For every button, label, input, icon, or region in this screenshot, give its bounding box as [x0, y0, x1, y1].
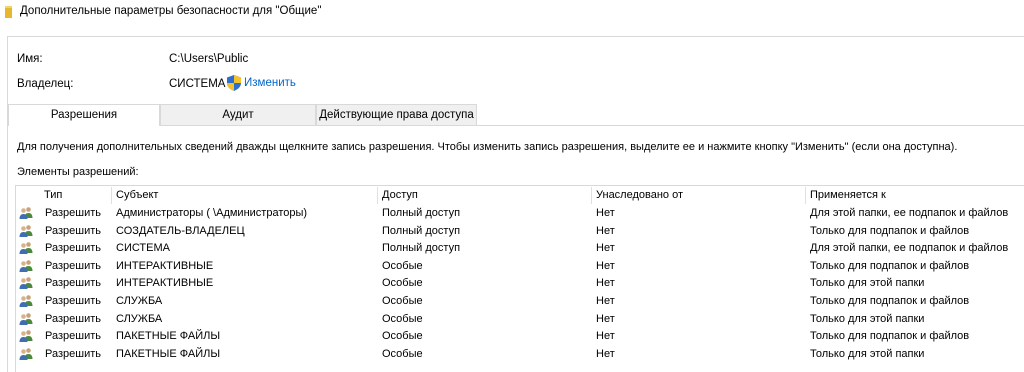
users-group-icon: [19, 312, 33, 325]
row-type: Разрешить: [45, 224, 101, 237]
row-subject: Администраторы ( \Администраторы): [116, 207, 308, 219]
row-subject: СЛУЖБА: [116, 295, 163, 307]
row-type: Разрешить: [45, 259, 101, 272]
table-row[interactable]: Разрешить ПАКЕТНЫЕ ФАЙЛЫ Особые Нет Только д…: [16, 346, 1024, 363]
row-applies-to: Только для этой папки: [810, 277, 925, 290]
table-row[interactable]: Разрешить ПАКЕТНЫЕ ФАЙЛЫ Особые Нет Только д…: [16, 328, 1024, 345]
users-group-icon: [19, 224, 33, 237]
row-type: Разрешить: [45, 330, 101, 343]
row-subject: ПАКЕТНЫЕ ФАЙЛЫ: [116, 330, 221, 343]
row-type: Разрешить: [45, 295, 101, 307]
table-row[interactable]: Разрешить Администраторы ( \Администратор…: [16, 205, 1024, 222]
row-subject: ПАКЕТНЫЕ ФАЙЛЫ: [116, 347, 221, 360]
users-group-icon: [19, 330, 33, 343]
row-applies-to: Только для подпапок и файлов: [810, 330, 970, 343]
row-access: Особые: [382, 277, 423, 290]
row-applies-to: Только для подпапок и файлов: [810, 224, 970, 237]
row-inherited-from: Нет: [596, 207, 615, 219]
name-label: Имя:: [17, 53, 43, 65]
window-titlebar: Дополнительные параметры безопасности дл…: [0, 0, 1024, 22]
folder-icon: [5, 6, 12, 18]
row-subject: СИСТЕМА: [116, 242, 170, 255]
column-header-applies-to[interactable]: Применяется к: [805, 187, 1024, 204]
column-header-access[interactable]: Доступ: [377, 187, 591, 204]
owner-value: СИСТЕМА: [169, 78, 226, 90]
column-header-type[interactable]: Тип: [40, 187, 111, 204]
row-inherited-from: Нет: [596, 312, 615, 325]
name-value: C:\Users\Public: [169, 53, 249, 65]
row-type: Разрешить: [45, 347, 101, 360]
table-row[interactable]: Разрешить ИНТЕРАКТИВНЫЕ Особые Нет Только дл…: [16, 258, 1024, 275]
uac-shield-icon: [227, 75, 241, 91]
row-subject: СЛУЖБА: [116, 312, 163, 325]
tab-strip: Разрешения Аудит Действующие права досту…: [8, 104, 1024, 126]
row-applies-to: Только для подпапок и файлов: [810, 295, 970, 307]
users-group-icon: [19, 277, 33, 290]
users-group-icon: [19, 207, 33, 219]
tab-audit[interactable]: Аудит: [160, 104, 316, 125]
row-subject: ИНТЕРАКТИВНЫЕ: [116, 277, 214, 290]
row-inherited-from: Нет: [596, 242, 615, 255]
change-owner-link[interactable]: Изменить: [244, 77, 296, 89]
table-row[interactable]: Разрешить СИСТЕМА Полный доступ Нет Для этой…: [16, 240, 1024, 257]
row-access: Особые: [382, 312, 423, 325]
row-access: Полный доступ: [382, 207, 461, 219]
row-access: Полный доступ: [382, 224, 461, 237]
row-access: Особые: [382, 347, 423, 360]
users-group-icon: [19, 242, 33, 255]
row-access: Особые: [382, 330, 423, 343]
row-applies-to: Для этой папки, ее подпапок и файлов: [810, 207, 1009, 219]
row-inherited-from: Нет: [596, 330, 615, 343]
row-inherited-from: Нет: [596, 347, 615, 360]
row-inherited-from: Нет: [596, 259, 615, 272]
row-type: Разрешить: [45, 207, 101, 219]
row-inherited-from: Нет: [596, 295, 615, 307]
row-applies-to: Только для этой папки: [810, 347, 925, 360]
table-row[interactable]: Разрешить СЛУЖБА Особые Нет Только для этой …: [16, 311, 1024, 328]
table-row[interactable]: Разрешить ИНТЕРАКТИВНЫЕ Особые Нет Только дл…: [16, 275, 1024, 292]
tab-permissions[interactable]: Разрешения: [8, 104, 160, 126]
table-row[interactable]: Разрешить СОЗДАТЕЛЬ-ВЛАДЕЛЕЦ Полный доступ…: [16, 223, 1024, 240]
table-row[interactable]: Разрешить СЛУЖБА Особые Нет Только для подпа…: [16, 293, 1024, 310]
info-text: Для получения дополнительных сведений дв…: [17, 141, 958, 153]
row-subject: ИНТЕРАКТИВНЫЕ: [116, 259, 214, 272]
column-header-subject[interactable]: Субъект: [111, 187, 377, 204]
row-access: Полный доступ: [382, 242, 461, 255]
row-type: Разрешить: [45, 312, 101, 325]
row-applies-to: Для этой папки, ее подпапок и файлов: [810, 242, 1009, 255]
row-subject: СОЗДАТЕЛЬ-ВЛАДЕЛЕЦ: [116, 224, 245, 237]
permission-entries-label: Элементы разрешений:: [17, 166, 139, 178]
tab-effective-access[interactable]: Действующие права доступа: [316, 104, 477, 125]
row-inherited-from: Нет: [596, 224, 615, 237]
row-access: Особые: [382, 259, 423, 272]
row-applies-to: Только для этой папки: [810, 312, 925, 325]
row-type: Разрешить: [45, 242, 101, 255]
users-group-icon: [19, 347, 33, 360]
row-access: Особые: [382, 295, 423, 307]
row-inherited-from: Нет: [596, 277, 615, 290]
row-applies-to: Только для подпапок и файлов: [810, 259, 970, 272]
users-group-icon: [19, 259, 33, 272]
owner-label: Владелец:: [17, 78, 74, 90]
row-type: Разрешить: [45, 277, 101, 290]
users-group-icon: [19, 295, 33, 307]
window-title: Дополнительные параметры безопасности дл…: [20, 5, 322, 17]
column-header-inherited-from[interactable]: Унаследовано от: [591, 187, 805, 204]
